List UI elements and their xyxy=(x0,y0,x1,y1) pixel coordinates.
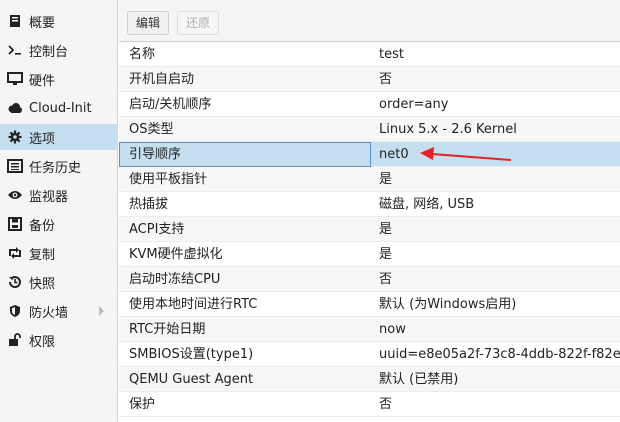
option-value: uuid=e8e05a2f-73c8-4ddb-822f-f82e39b0 xyxy=(379,347,620,362)
option-key: 启动时冻结CPU xyxy=(129,272,221,287)
sidebar-item-label: Cloud-Init xyxy=(29,100,92,116)
sidebar-item-console[interactable]: 控制台 xyxy=(0,37,118,63)
monitor-icon xyxy=(6,71,24,87)
unlock-icon xyxy=(6,332,24,348)
options-grid: 名称 test 开机自启动 否 启动/关机顺序 order=any OS类型 L… xyxy=(119,42,620,422)
options-row[interactable]: SMBIOS设置(type1) uuid=e8e05a2f-73c8-4ddb-… xyxy=(119,342,620,367)
option-value: test xyxy=(379,47,404,62)
gear-icon xyxy=(6,129,24,145)
option-key: 启动/关机顺序 xyxy=(129,97,212,112)
option-key: RTC开始日期 xyxy=(129,322,206,337)
sidebar-item-label: 控制台 xyxy=(29,44,69,60)
sidebar-item-hardware[interactable]: 硬件 xyxy=(0,66,118,92)
sidebar-item-replication[interactable]: 复制 xyxy=(0,240,118,266)
option-value: 是 xyxy=(379,172,393,187)
options-row[interactable]: 使用本地时间进行RTC 默认 (为Windows启用) xyxy=(119,292,620,317)
book-icon xyxy=(6,13,24,29)
options-row[interactable]: 启动/关机顺序 order=any xyxy=(119,92,620,117)
option-key: ACPI支持 xyxy=(129,222,185,237)
options-row[interactable]: 名称 test xyxy=(119,42,620,67)
sidebar-item-snapshots[interactable]: 快照 xyxy=(0,269,118,295)
options-row[interactable]: ACPI支持 是 xyxy=(119,217,620,242)
options-row[interactable]: QEMU Guest Agent 默认 (已禁用) xyxy=(119,367,620,392)
sidebar-item-label: 权限 xyxy=(29,334,56,350)
retweet-icon xyxy=(6,245,24,261)
option-value: 是 xyxy=(379,247,393,262)
shield-icon xyxy=(6,303,24,319)
option-value: net0 xyxy=(379,147,409,162)
sidebar-item-firewall[interactable]: 防火墙 xyxy=(0,298,118,324)
list-icon xyxy=(6,158,24,174)
options-row[interactable]: KVM硬件虚拟化 是 xyxy=(119,242,620,267)
sidebar-item-label: 选项 xyxy=(29,131,56,147)
options-row[interactable]: OS类型 Linux 5.x - 2.6 Kernel xyxy=(119,117,620,142)
sidebar-item-label: 备份 xyxy=(29,218,56,234)
chevron-right-icon[interactable] xyxy=(99,306,104,316)
option-key: 开机自启动 xyxy=(129,72,195,87)
cloud-icon xyxy=(6,100,24,116)
option-key: 使用平板指针 xyxy=(129,172,208,187)
sidebar-item-label: 任务历史 xyxy=(29,160,82,176)
sidebar-item-label: 复制 xyxy=(29,247,56,263)
option-key: 名称 xyxy=(129,47,156,62)
sidebar-item-summary[interactable]: 概要 xyxy=(0,8,118,34)
eye-icon xyxy=(6,187,24,203)
options-row[interactable]: RTC开始日期 now xyxy=(119,317,620,342)
options-row[interactable]: 热插拔 磁盘, 网络, USB xyxy=(119,192,620,217)
option-key: 引导顺序 xyxy=(129,147,182,162)
sidebar-item-label: 防火墙 xyxy=(29,305,69,321)
revert-button[interactable]: 还原 xyxy=(177,11,220,35)
option-key: KVM硬件虚拟化 xyxy=(129,247,223,262)
option-value: 否 xyxy=(379,272,393,287)
option-key: OS类型 xyxy=(129,122,174,137)
option-value: Linux 5.x - 2.6 Kernel xyxy=(379,122,517,137)
option-value: 否 xyxy=(379,397,393,412)
terminal-icon xyxy=(6,42,24,58)
sidebar-item-label: 概要 xyxy=(29,15,56,31)
sidebar-item-permissions[interactable]: 权限 xyxy=(0,327,118,353)
option-value: 磁盘, 网络, USB xyxy=(379,197,475,212)
sidebar-item-label: 监视器 xyxy=(29,189,69,205)
options-row[interactable]: 启动时冻结CPU 否 xyxy=(119,267,620,292)
sidebar-item-task-history[interactable]: 任务历史 xyxy=(0,153,118,179)
options-row[interactable]: 保护 否 xyxy=(119,392,620,417)
options-row[interactable]: 开机自启动 否 xyxy=(119,67,620,92)
edit-button[interactable]: 编辑 xyxy=(127,11,170,35)
option-value: 默认 (为Windows启用) xyxy=(379,297,517,312)
option-key: SMBIOS设置(type1) xyxy=(129,347,254,362)
option-value: 否 xyxy=(379,72,393,87)
sidebar-item-options[interactable]: 选项 xyxy=(0,124,118,150)
option-key: 热插拔 xyxy=(129,197,169,212)
sidebar-item-label: 硬件 xyxy=(29,73,56,89)
option-key: QEMU Guest Agent xyxy=(129,372,254,387)
sidebar-item-label: 快照 xyxy=(29,276,56,292)
history-icon xyxy=(6,274,24,290)
option-value: 是 xyxy=(379,222,393,237)
option-value: now xyxy=(379,322,406,337)
options-row[interactable]: 使用平板指针 是 xyxy=(119,167,620,192)
option-key: 使用本地时间进行RTC xyxy=(129,297,258,312)
option-value: order=any xyxy=(379,97,449,112)
sidebar: 概要 控制台 硬件 Cloud-Init 选项 任务历史 监视器 备份 复制 快… xyxy=(0,0,118,422)
option-key: 保护 xyxy=(129,397,156,412)
sidebar-item-backup[interactable]: 备份 xyxy=(0,211,118,237)
options-row-selected[interactable]: 引导顺序 net0 xyxy=(119,142,620,167)
sidebar-item-cloud-init[interactable]: Cloud-Init xyxy=(0,95,118,121)
toolbar: 编辑 还原 xyxy=(119,0,620,42)
option-value: 默认 (已禁用) xyxy=(379,372,459,387)
sidebar-item-monitor[interactable]: 监视器 xyxy=(0,182,118,208)
floppy-icon xyxy=(6,216,24,232)
